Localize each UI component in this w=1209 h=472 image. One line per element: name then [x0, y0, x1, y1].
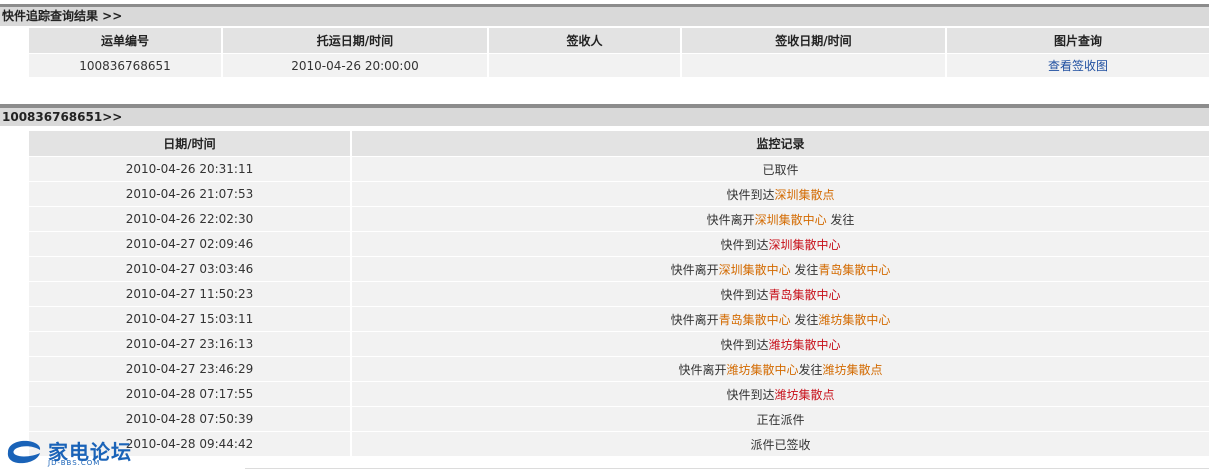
record-time: 2010-04-28 07:17:55: [29, 381, 352, 407]
col-image-query: 图片查询: [946, 28, 1209, 54]
col-record: 监控记录: [351, 131, 1209, 157]
table-row: 2010-04-27 11:50:23 快件到达青岛集散中心: [29, 281, 1209, 307]
view-signature-image-link[interactable]: 查看签收图: [1048, 59, 1108, 73]
sign-time: [681, 53, 947, 77]
table-row: 2010-04-26 22:02:30 快件离开深圳集散中心 发往: [29, 206, 1209, 232]
table-row: 2010-04-27 23:46:29 快件离开潍坊集散中心发往潍坊集散点: [29, 356, 1209, 382]
record-time: 2010-04-26 22:02:30: [29, 206, 352, 232]
record-text: 快件到达: [726, 387, 775, 402]
table-row: 2010-04-27 23:16:13 快件到达潍坊集散中心: [29, 331, 1209, 357]
watermark-logo: 家电论坛 JD-BBS.COM: [4, 436, 134, 470]
summary-header-row: 运单编号 托运日期/时间 签收人 签收日期/时间 图片查询: [29, 28, 1209, 54]
record-time: 2010-04-28 07:50:39: [29, 406, 352, 432]
record-time: 2010-04-27 23:46:29: [29, 356, 352, 382]
col-signer: 签收人: [488, 28, 682, 54]
record-description: 快件到达青岛集散中心: [351, 281, 1209, 307]
record-time: 2010-04-27 02:09:46: [29, 231, 352, 257]
table-row: 2010-04-26 21:07:53 快件到达深圳集散点: [29, 181, 1209, 207]
record-text: 已取件: [762, 162, 799, 177]
location-text: 深圳集散中心: [718, 262, 791, 277]
record-time: 2010-04-27 23:16:13: [29, 331, 352, 357]
tracking-body: 2010-04-26 20:31:11 已取件 2010-04-26 21:07:5…: [29, 156, 1209, 456]
record-description: 快件到达潍坊集散点: [351, 381, 1209, 407]
record-text: 快件离开: [706, 212, 755, 227]
location-text: 深圳集散中心: [768, 237, 841, 252]
col-waybill: 运单编号: [29, 28, 223, 54]
record-text: 快件离开: [670, 312, 719, 327]
table-row: 2010-04-28 07:17:55 快件到达潍坊集散点: [29, 381, 1209, 407]
record-text: 派件已签收: [750, 437, 811, 452]
table-row: 2010-04-27 02:09:46 快件到达深圳集散中心: [29, 231, 1209, 257]
record-text: 发往: [790, 262, 819, 277]
record-description: 快件离开深圳集散中心 发往青岛集散中心: [351, 256, 1209, 282]
summary-table: 运单编号 托运日期/时间 签收人 签收日期/时间 图片查询 1008367686…: [29, 28, 1209, 77]
location-text: 潍坊集散中心: [818, 312, 891, 327]
record-text: 快件到达: [720, 337, 769, 352]
waybill-detail-title: 100836768651>>: [0, 104, 1209, 126]
watermark-domain: JD-BBS.COM: [48, 459, 101, 467]
location-text: 潍坊集散中心: [726, 362, 799, 377]
summary-row: 100836768651 2010-04-26 20:00:00 查看签收图: [29, 53, 1209, 77]
record-time: 2010-04-27 03:03:46: [29, 256, 352, 282]
record-text: 发往: [798, 362, 823, 377]
record-description: 派件已签收: [351, 431, 1209, 456]
record-time: 2010-04-26 20:31:11: [29, 156, 352, 182]
record-description: 已取件: [351, 156, 1209, 182]
record-description: 快件离开青岛集散中心 发往潍坊集散中心: [351, 306, 1209, 332]
location-text: 青岛集散中心: [768, 287, 841, 302]
record-description: 快件到达深圳集散中心: [351, 231, 1209, 257]
record-time: 2010-04-27 11:50:23: [29, 281, 352, 307]
table-row: 2010-04-28 09:44:42 派件已签收: [29, 431, 1209, 456]
record-description: 快件到达潍坊集散中心: [351, 331, 1209, 357]
record-time: 2010-04-26 21:07:53: [29, 181, 352, 207]
record-text: 快件到达: [726, 187, 775, 202]
location-text: 深圳集散中心: [754, 212, 827, 227]
location-text: 潍坊集散点: [774, 387, 835, 402]
table-row: 2010-04-28 07:50:39 正在派件: [29, 406, 1209, 432]
table-row: 2010-04-27 03:03:46 快件离开深圳集散中心 发往青岛集散中心: [29, 256, 1209, 282]
image-cell: 查看签收图: [946, 53, 1209, 77]
record-text: 快件到达: [720, 237, 769, 252]
record-text: 快件离开: [678, 362, 727, 377]
location-text: 深圳集散点: [774, 187, 835, 202]
record-time: 2010-04-27 15:03:11: [29, 306, 352, 332]
record-description: 正在派件: [351, 406, 1209, 432]
location-text: 青岛集散中心: [818, 262, 891, 277]
bottom-divider: [245, 468, 1209, 469]
tracking-table: 日期/时间 监控记录 2010-04-26 20:31:11 已取件 2010-04…: [29, 131, 1209, 456]
record-text: 快件离开: [670, 262, 719, 277]
location-text: 潍坊集散点: [822, 362, 883, 377]
col-sign-time: 签收日期/时间: [681, 28, 947, 54]
signer: [488, 53, 682, 77]
waybill-number: 100836768651: [29, 53, 223, 77]
table-row: 2010-04-26 20:31:11 已取件: [29, 156, 1209, 182]
record-description: 快件离开潍坊集散中心发往潍坊集散点: [351, 356, 1209, 382]
jd-bbs-logo-icon: [7, 440, 41, 464]
record-text: 发往: [790, 312, 819, 327]
record-text: 正在派件: [756, 412, 805, 427]
location-text: 青岛集散中心: [718, 312, 791, 327]
record-text: 快件到达: [720, 287, 769, 302]
table-row: 2010-04-27 15:03:11 快件离开青岛集散中心 发往潍坊集散中心: [29, 306, 1209, 332]
ship-time: 2010-04-26 20:00:00: [222, 53, 489, 77]
tracking-result-title: 快件追踪查询结果 >>: [0, 4, 1209, 26]
col-ship-time: 托运日期/时间: [222, 28, 489, 54]
record-text: 发往: [826, 212, 855, 227]
record-description: 快件离开深圳集散中心 发往: [351, 206, 1209, 232]
location-text: 潍坊集散中心: [768, 337, 841, 352]
record-description: 快件到达深圳集散点: [351, 181, 1209, 207]
col-datetime: 日期/时间: [29, 131, 352, 157]
tracking-header-row: 日期/时间 监控记录: [29, 131, 1209, 157]
